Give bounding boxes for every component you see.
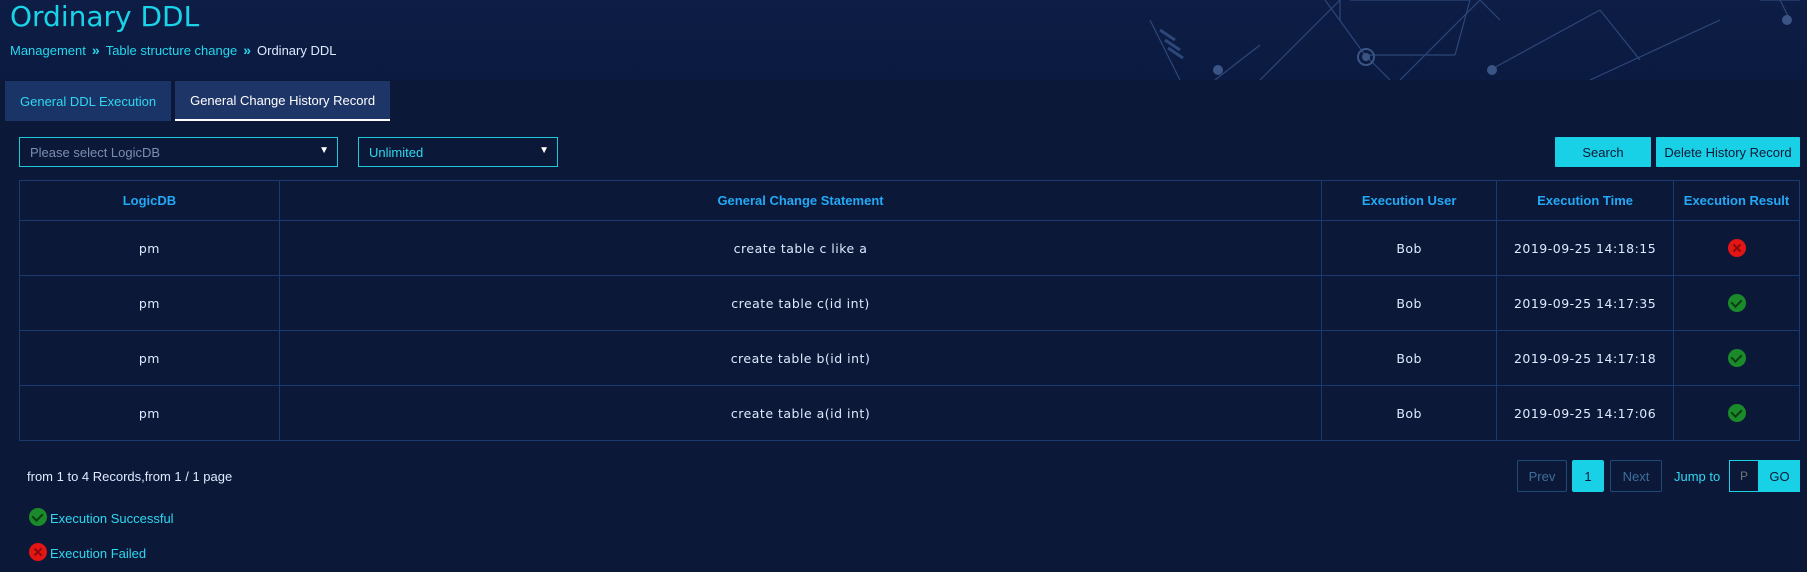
records-summary: from 1 to 4 Records,from 1 / 1 page [27, 469, 233, 484]
page-1-button[interactable]: 1 [1572, 460, 1604, 492]
limit-select-value: Unlimited [369, 144, 424, 160]
cell-user: Bob [1321, 220, 1498, 276]
cell-result [1673, 275, 1800, 331]
go-button[interactable]: GO [1759, 460, 1800, 492]
cell-statement: create table b(id int) [278, 330, 1323, 386]
table-row: pm create table c like a Bob 2019-09-25 … [19, 220, 1800, 276]
success-check-icon [29, 508, 47, 526]
cell-logicdb: pm [19, 275, 280, 331]
table-row: pm create table c(id int) Bob 2019-09-25… [19, 275, 1800, 331]
breadcrumb: Management » Table structure change » Or… [10, 42, 336, 58]
column-header-statement: General Change Statement [278, 180, 1323, 221]
page-header: Ordinary DDL Management » Table structur… [0, 0, 1807, 80]
cell-statement: create table c(id int) [278, 275, 1323, 331]
column-header-time: Execution Time [1496, 180, 1675, 221]
column-header-result: Execution Result [1673, 180, 1800, 221]
dropdown-arrow-icon: ▼ [539, 145, 549, 156]
legend-success: Execution Successful [29, 508, 174, 526]
cell-logicdb: pm [19, 220, 280, 276]
fail-icon [1727, 239, 1746, 257]
cell-logicdb: pm [19, 385, 280, 441]
jump-page-input[interactable] [1729, 460, 1759, 492]
column-header-logicdb: LogicDB [19, 180, 280, 221]
cell-time: 2019-09-25 14:18:15 [1496, 220, 1675, 276]
logicdb-select[interactable]: Please select LogicDB ▼ [19, 137, 338, 167]
circuit-decoration [1149, 0, 1800, 80]
success-check-icon [1727, 294, 1746, 312]
logicdb-select-placeholder: Please select LogicDB [30, 144, 161, 160]
breadcrumb-current: Ordinary DDL [257, 42, 337, 58]
cell-time: 2019-09-25 14:17:18 [1496, 330, 1675, 386]
breadcrumb-separator-icon: » [91, 42, 100, 58]
breadcrumb-table-structure-change[interactable]: Table structure change [106, 43, 238, 58]
delete-history-record-button[interactable]: Delete History Record [1656, 137, 1800, 167]
cell-result [1673, 330, 1800, 386]
cell-time: 2019-09-25 14:17:06 [1496, 385, 1675, 441]
jump-to-label: Jump to [1674, 469, 1721, 484]
cell-user: Bob [1321, 275, 1498, 331]
success-check-icon [1727, 404, 1746, 422]
breadcrumb-separator-icon: » [243, 42, 252, 58]
tab-general-change-history-record[interactable]: General Change History Record [175, 81, 391, 121]
cell-logicdb: pm [19, 330, 280, 386]
legend-fail-label: Execution Failed [50, 546, 147, 561]
tab-general-ddl-execution[interactable]: General DDL Execution [5, 81, 172, 121]
column-header-user: Execution User [1321, 180, 1498, 221]
table-header-row: LogicDB General Change Statement Executi… [19, 180, 1800, 221]
cell-result [1673, 385, 1800, 441]
cell-statement: create table c like a [278, 220, 1323, 276]
prev-page-button[interactable]: Prev [1517, 460, 1567, 492]
page-title: Ordinary DDL [10, 0, 200, 33]
cell-user: Bob [1321, 330, 1498, 386]
search-button[interactable]: Search [1555, 137, 1651, 167]
breadcrumb-management[interactable]: Management [10, 43, 86, 58]
next-page-button[interactable]: Next [1610, 460, 1662, 492]
legend-fail: Execution Failed [29, 543, 146, 561]
success-check-icon [1727, 349, 1746, 367]
cell-statement: create table a(id int) [278, 385, 1323, 441]
table-row: pm create table a(id int) Bob 2019-09-25… [19, 385, 1800, 441]
tab-bar: General DDL Execution General Change His… [5, 81, 391, 121]
legend-success-label: Execution Successful [50, 511, 174, 526]
cell-user: Bob [1321, 385, 1498, 441]
cell-result [1673, 220, 1800, 276]
table-row: pm create table b(id int) Bob 2019-09-25… [19, 330, 1800, 386]
fail-icon [29, 543, 47, 561]
history-table: LogicDB General Change Statement Executi… [19, 180, 1800, 441]
cell-time: 2019-09-25 14:17:35 [1496, 275, 1675, 331]
dropdown-arrow-icon: ▼ [319, 145, 329, 156]
limit-select[interactable]: Unlimited ▼ [358, 137, 558, 167]
